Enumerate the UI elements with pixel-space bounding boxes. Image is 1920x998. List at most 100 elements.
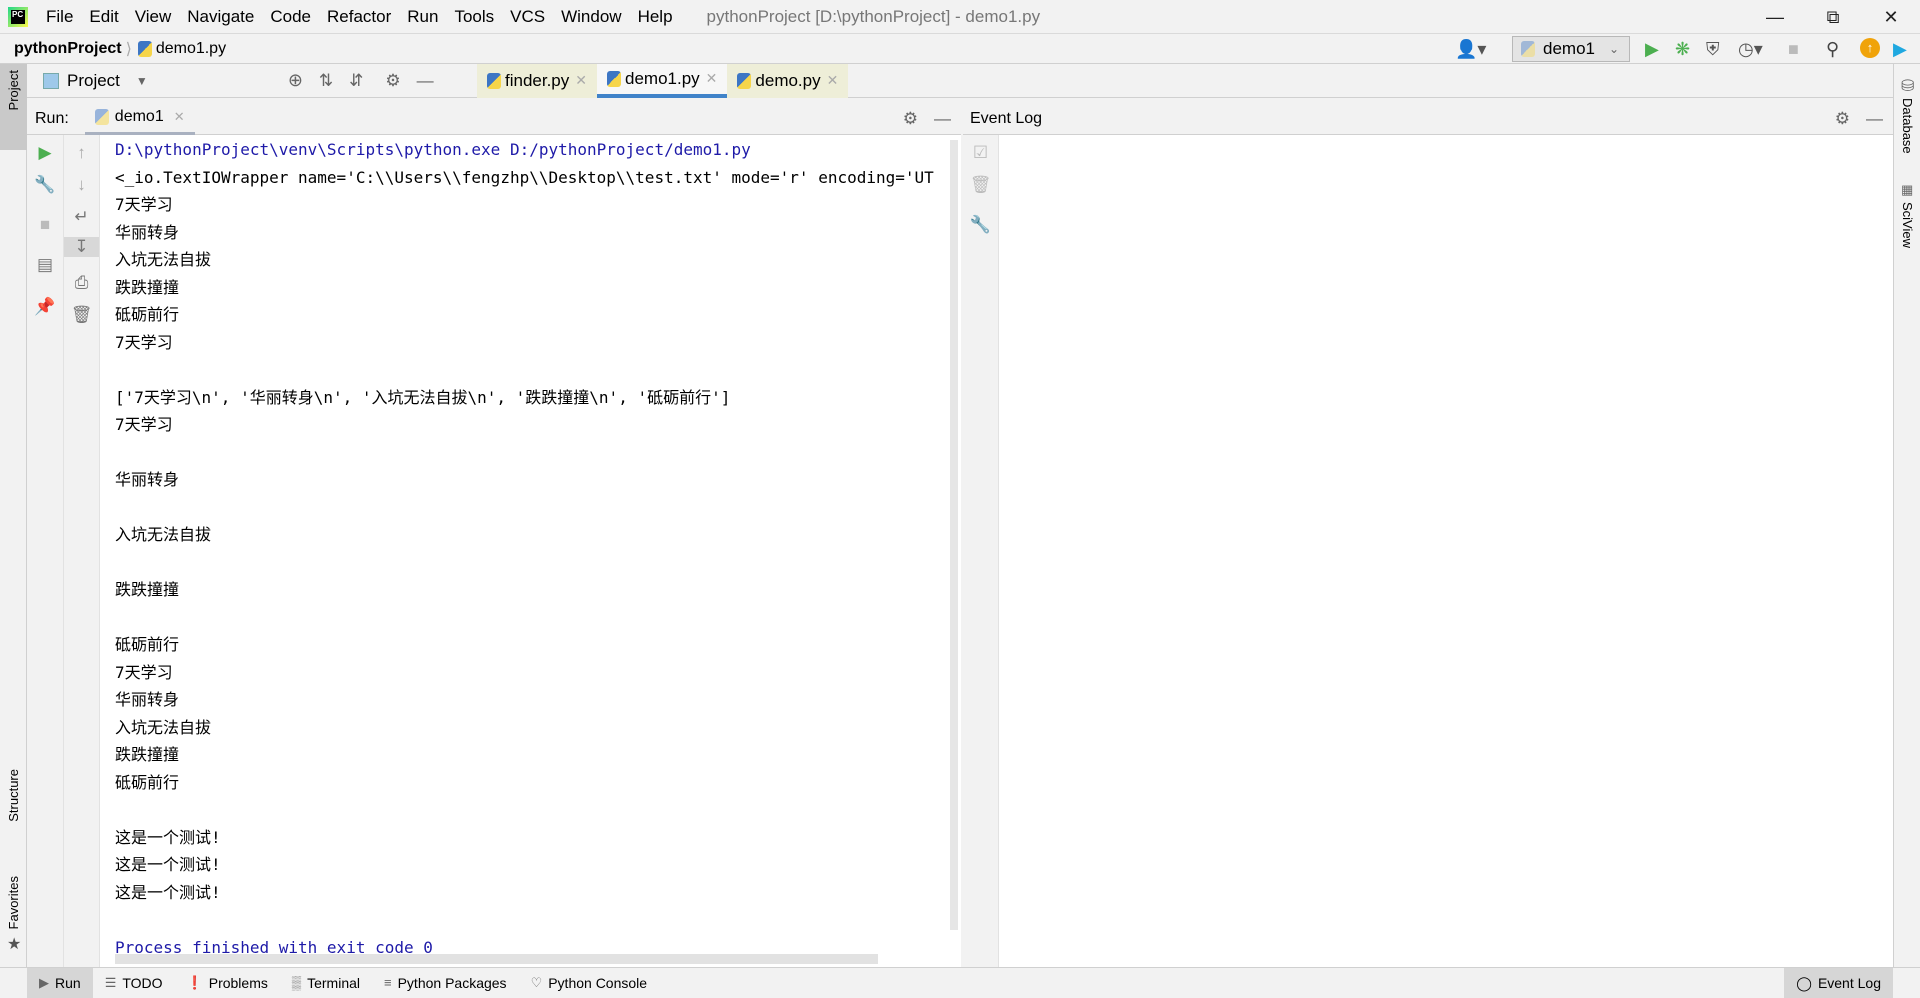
mark-read-icon[interactable]: ☑: [963, 143, 998, 163]
toolbox-icon[interactable]: ▶: [1893, 39, 1907, 60]
event-log-button[interactable]: ◯ Event Log: [1784, 968, 1893, 998]
soft-wrap-icon[interactable]: ↵: [64, 207, 99, 227]
stop-icon[interactable]: ■: [27, 215, 63, 235]
sciview-tool-tab[interactable]: SciView: [1900, 202, 1915, 248]
console-line: 跌跌撞撞: [115, 745, 180, 764]
project-view-selector[interactable]: Project: [67, 71, 120, 91]
chevron-down-icon: ⌄: [1608, 42, 1620, 56]
horizontal-scrollbar[interactable]: [115, 954, 878, 964]
left-tool-strip: Project Structure Favorites ★: [0, 64, 27, 967]
wrench-icon[interactable]: 🔧: [963, 215, 998, 235]
menu-code[interactable]: Code: [262, 7, 319, 27]
dropdown-arrow-icon[interactable]: ▼: [136, 74, 148, 88]
project-tool-tab[interactable]: Project: [0, 64, 27, 150]
menu-vcs[interactable]: VCS: [502, 7, 553, 27]
search-icon[interactable]: ⚲: [1826, 39, 1839, 60]
database-tool-tab[interactable]: Database: [1900, 98, 1915, 154]
close-tab-icon[interactable]: ✕: [827, 72, 839, 89]
bottom-tab-python-packages[interactable]: ≡ Python Packages: [372, 968, 519, 998]
wrench-icon[interactable]: 🔧: [27, 175, 63, 195]
console-line: 这是一个测试!: [115, 827, 221, 847]
file-tab-demo1-py[interactable]: demo1.py ✕: [597, 63, 728, 98]
rerun-icon[interactable]: ▶: [27, 143, 63, 163]
hide-icon[interactable]: —: [934, 109, 951, 129]
bottom-tab-python-console[interactable]: ♡ Python Console: [519, 968, 660, 998]
menu-refactor[interactable]: Refactor: [319, 7, 399, 27]
console-line: 砥砺前行: [115, 635, 180, 654]
bottom-tab-run[interactable]: ▶ Run: [27, 967, 93, 998]
run-icon[interactable]: ▶: [1645, 39, 1659, 60]
hide-icon[interactable]: —: [1866, 109, 1883, 129]
file-tab-demo-py[interactable]: demo.py ✕: [727, 63, 849, 98]
run-panel-header: Run: demo1 ✕ ⚙ —: [27, 103, 961, 135]
gear-icon[interactable]: ⚙: [903, 109, 918, 129]
bottom-tab-terminal[interactable]: ▒ Terminal: [280, 968, 372, 998]
close-tab-icon[interactable]: ✕: [575, 72, 587, 89]
menu-bar: File Edit View Navigate Code Refactor Run Tools…: [38, 7, 681, 27]
structure-tool-tab[interactable]: Structure: [6, 769, 21, 822]
close-button[interactable]: ✕: [1862, 0, 1920, 34]
coverage-icon[interactable]: ⛨: [1706, 39, 1720, 60]
breadcrumb-project[interactable]: pythonProject: [14, 40, 122, 58]
favorites-tool-tab[interactable]: Favorites: [6, 876, 21, 929]
minimize-button[interactable]: —: [1746, 0, 1804, 34]
event-log-header: Event Log ⚙ —: [963, 103, 1893, 135]
bottom-tab-todo[interactable]: ☰ TODO: [93, 968, 175, 998]
star-icon: ★: [7, 936, 22, 953]
bottom-tab-label: TODO: [122, 974, 163, 991]
close-tab-icon[interactable]: ✕: [174, 109, 185, 125]
menu-run[interactable]: Run: [399, 7, 446, 27]
console-line: 华丽转身: [115, 222, 180, 242]
pin-icon[interactable]: 📌: [27, 297, 63, 317]
console-line: 入坑无法自拔: [115, 250, 212, 269]
close-tab-icon[interactable]: ✕: [706, 70, 718, 87]
gear-icon[interactable]: ⚙: [1835, 109, 1850, 129]
menu-view[interactable]: View: [127, 7, 180, 27]
breadcrumb-file[interactable]: demo1.py: [156, 40, 226, 58]
console-output[interactable]: D:\pythonProject\venv\Scripts\python.exe…: [100, 135, 961, 967]
file-tab-finder-py[interactable]: finder.py ✕: [477, 63, 597, 98]
play-icon: ▶: [39, 974, 49, 990]
python-icon: [94, 109, 109, 125]
bottom-tool-bar: ▶ Run ☰ TODO ❗ Problems ▒ Terminal ≡ Python Packa…: [0, 967, 1920, 998]
menu-file[interactable]: File: [38, 7, 81, 27]
gear-icon[interactable]: ⚙: [385, 71, 400, 91]
vertical-scrollbar[interactable]: [950, 140, 958, 930]
menu-window[interactable]: Window: [553, 7, 629, 27]
expand-all-icon[interactable]: ⇅: [319, 71, 333, 91]
console-line: 7天学习: [115, 415, 173, 434]
scroll-to-end-icon[interactable]: ↧: [64, 237, 99, 257]
print-icon[interactable]: ⎙: [64, 273, 99, 293]
run-tab-demo1[interactable]: demo1 ✕: [84, 103, 195, 135]
menu-edit[interactable]: Edit: [81, 7, 126, 27]
run-tab-label: demo1: [114, 108, 164, 125]
trash-icon[interactable]: 🗑: [963, 175, 998, 195]
debug-icon[interactable]: ❋: [1675, 39, 1690, 60]
bottom-tab-problems[interactable]: ❗ Problems: [175, 968, 280, 998]
menu-navigate[interactable]: Navigate: [179, 7, 262, 27]
up-arrow-icon[interactable]: ↑: [64, 143, 99, 163]
layout-icon[interactable]: ▤: [27, 255, 63, 275]
down-arrow-icon[interactable]: ↓: [64, 175, 99, 195]
collapse-all-icon[interactable]: ⇵: [349, 71, 363, 91]
run-config-selector[interactable]: demo1 ⌄: [1512, 36, 1630, 62]
hide-icon[interactable]: —: [417, 71, 434, 91]
console-line: ['7天学习\n', '华丽转身\n', '入坑无法自拔\n', '跌跌撞撞\n…: [115, 387, 731, 407]
console-line: 跌跌撞撞: [115, 580, 180, 599]
event-log-panel: ☑ 🗑 🔧: [963, 135, 1893, 967]
menu-tools[interactable]: Tools: [446, 7, 502, 27]
profile-icon[interactable]: ◷▾: [1738, 39, 1763, 60]
python-icon: [1521, 41, 1535, 57]
event-log-title: Event Log: [970, 109, 1043, 127]
file-tab-label: finder.py: [505, 70, 570, 90]
vcs-user-icon[interactable]: 👤▾: [1455, 39, 1486, 60]
locate-icon[interactable]: ⊕: [288, 70, 303, 91]
trash-icon[interactable]: 🗑: [64, 305, 99, 325]
title-bar: PC File Edit View Navigate Code Refactor Run To…: [0, 0, 1920, 34]
editor-tabs-row: Project ▼ ⊕ ⇅ ⇵ ⚙ — finder.py ✕ demo1.py ✕ d…: [27, 63, 1893, 98]
update-icon[interactable]: ↑: [1860, 38, 1880, 58]
stop-icon[interactable]: ■: [1788, 39, 1799, 60]
restore-button[interactable]: ⧉: [1804, 0, 1862, 34]
menu-help[interactable]: Help: [630, 7, 681, 27]
